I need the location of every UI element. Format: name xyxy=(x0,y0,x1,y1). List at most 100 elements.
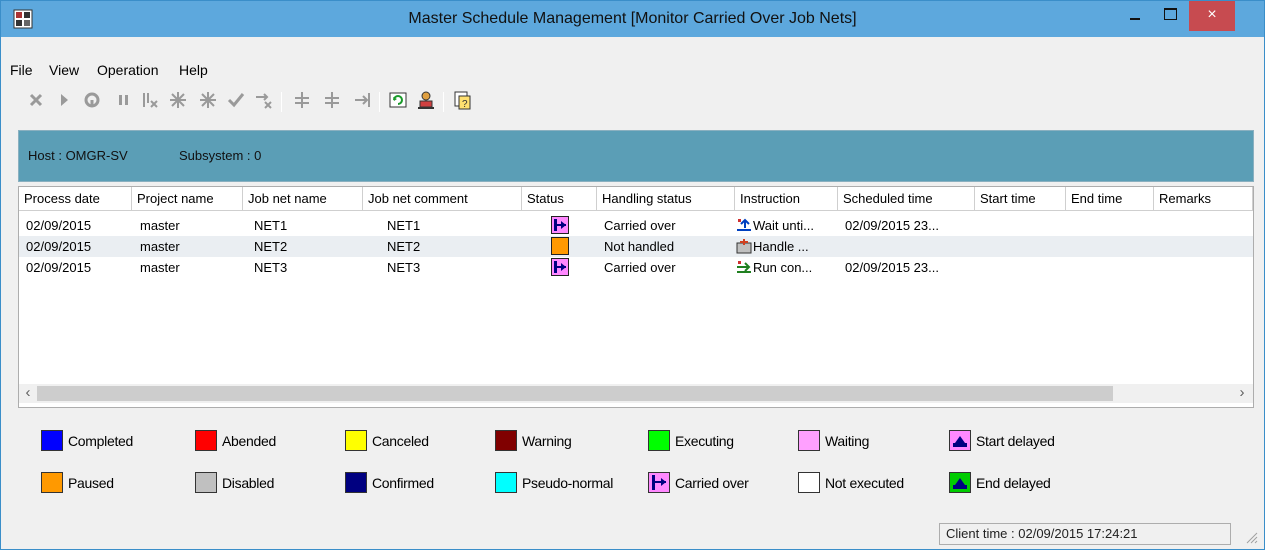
scheduled-time-cell: 02/09/2015 23... xyxy=(845,218,939,233)
disable-icon[interactable] xyxy=(139,89,161,113)
job-net-comment-cell: NET1 xyxy=(387,218,421,233)
carried-over-status-icon xyxy=(551,216,569,234)
executing-swatch xyxy=(648,430,670,451)
menu-file[interactable]: File xyxy=(10,62,33,78)
job-net-name-cell: NET2 xyxy=(254,239,288,254)
menu-operation[interactable]: Operation xyxy=(97,62,158,78)
abended-swatch xyxy=(195,430,217,451)
instruction-cell: Run con... xyxy=(753,260,813,275)
client-time: Client time : 02/09/2015 17:24:21 xyxy=(939,523,1231,545)
end-delayed-icon xyxy=(949,472,971,493)
column-header-job-net-comment[interactable]: Job net comment xyxy=(363,187,522,211)
person-icon[interactable] xyxy=(415,89,437,113)
column-header-remarks[interactable]: Remarks xyxy=(1154,187,1253,211)
refresh-icon[interactable] xyxy=(387,89,409,113)
project-name-cell: master xyxy=(140,260,180,275)
handle-next-icon[interactable] xyxy=(351,89,373,113)
legend-label: Completed xyxy=(68,433,134,449)
title-bar[interactable]: Master Schedule Management [Monitor Carr… xyxy=(1,1,1264,37)
project-name-cell: master xyxy=(140,239,180,254)
scrollbar-thumb[interactable] xyxy=(37,386,1113,401)
release-icon[interactable] xyxy=(197,89,219,113)
process-date-cell: 02/09/2015 xyxy=(26,260,92,275)
close-button[interactable]: × xyxy=(1189,1,1235,31)
not-executed-swatch xyxy=(798,472,820,493)
completed-swatch xyxy=(41,430,63,451)
toolbar-separator xyxy=(281,92,282,112)
canceled-swatch xyxy=(345,430,367,451)
column-header-handling-status[interactable]: Handling status xyxy=(597,187,735,211)
resize-grip-icon[interactable] xyxy=(1243,529,1259,545)
menu-view[interactable]: View xyxy=(49,62,79,78)
column-header-job-net-name[interactable]: Job net name xyxy=(243,187,363,211)
paused-swatch xyxy=(41,472,63,493)
help-icon[interactable]: ? xyxy=(451,89,473,113)
table-row[interactable]: 02/09/2015 master NET3 NET3 Carried over… xyxy=(19,257,1253,278)
process-date-cell: 02/09/2015 xyxy=(26,239,92,254)
force-stop-icon[interactable] xyxy=(167,89,189,113)
legend-label: Carried over xyxy=(675,475,749,491)
start-delayed-icon xyxy=(949,430,971,451)
run-instruction-icon xyxy=(735,258,753,279)
instruction-cell: Wait unti... xyxy=(753,218,814,233)
legend-label: Confirmed xyxy=(372,475,434,491)
carried-over-status-icon xyxy=(551,258,569,276)
column-header-instruction[interactable]: Instruction xyxy=(735,187,838,211)
window-title: Master Schedule Management [Monitor Carr… xyxy=(408,10,857,27)
handling-status-cell: Carried over xyxy=(604,218,676,233)
legend-label: Warning xyxy=(522,433,572,449)
column-header-process-date[interactable]: Process date xyxy=(19,187,132,211)
column-header-project-name[interactable]: Project name xyxy=(132,187,243,211)
legend-label: Start delayed xyxy=(976,433,1055,449)
menu-help[interactable]: Help xyxy=(179,62,208,78)
legend-label: Executing xyxy=(675,433,734,449)
info-bar: Host : OMGR-SV Subsystem : 0 xyxy=(18,130,1254,182)
scroll-left-icon[interactable]: ‹ xyxy=(19,384,37,403)
legend-label: Pseudo-normal xyxy=(522,475,614,491)
maximize-button[interactable] xyxy=(1154,1,1186,31)
rerun-icon[interactable] xyxy=(81,89,103,113)
skip-icon[interactable] xyxy=(253,89,275,113)
toolbar-separator xyxy=(379,92,380,112)
pseudo-normal-swatch xyxy=(495,472,517,493)
warning-swatch xyxy=(495,430,517,451)
disabled-swatch xyxy=(195,472,217,493)
job-net-comment-cell: NET2 xyxy=(387,239,421,254)
instruction-cell: Handle ... xyxy=(753,239,809,254)
job-net-name-cell: NET3 xyxy=(254,260,288,275)
column-header-end-time[interactable]: End time xyxy=(1066,187,1154,211)
paused-status-icon xyxy=(551,237,569,255)
table-row[interactable]: 02/09/2015 master NET1 NET1 Carried over… xyxy=(19,215,1253,236)
legend-label: Canceled xyxy=(372,433,429,449)
horizontal-scrollbar[interactable]: ‹ › xyxy=(19,384,1253,403)
legend-label: Disabled xyxy=(222,475,275,491)
legend-label: End delayed xyxy=(976,475,1051,491)
cancel-icon[interactable] xyxy=(25,89,47,113)
legend-label: Paused xyxy=(68,475,114,491)
scroll-right-icon[interactable]: › xyxy=(1233,384,1251,403)
minimize-button[interactable] xyxy=(1119,1,1151,31)
main-window: Master Schedule Management [Monitor Carr… xyxy=(0,0,1265,550)
menu-bar: File View Operation Help xyxy=(1,59,1264,83)
jobnet-table: Process date Project name Job net name J… xyxy=(18,186,1254,408)
handle-icon[interactable] xyxy=(291,89,313,113)
pause-icon[interactable] xyxy=(113,89,135,113)
status-bar: Client time : 02/09/2015 17:24:21 xyxy=(1,519,1264,549)
column-header-status[interactable]: Status xyxy=(522,187,597,211)
job-net-name-cell: NET1 xyxy=(254,218,288,233)
handling-status-cell: Not handled xyxy=(604,239,675,254)
column-header-start-time[interactable]: Start time xyxy=(975,187,1066,211)
status-legend: Completed Abended Canceled Warning Execu… xyxy=(18,409,1254,509)
svg-text:?: ? xyxy=(462,99,468,110)
start-icon[interactable] xyxy=(53,89,75,113)
legend-label: Waiting xyxy=(825,433,870,449)
host-label: Host : OMGR-SV xyxy=(28,148,128,163)
handling-status-cell: Carried over xyxy=(604,260,676,275)
handle-alt-icon[interactable] xyxy=(321,89,343,113)
legend-label: Abended xyxy=(222,433,276,449)
column-header-scheduled-time[interactable]: Scheduled time xyxy=(838,187,975,211)
job-net-comment-cell: NET3 xyxy=(387,260,421,275)
table-row[interactable]: 02/09/2015 master NET2 NET2 Not handled … xyxy=(19,236,1253,257)
waiting-swatch xyxy=(798,430,820,451)
confirm-icon[interactable] xyxy=(225,89,247,113)
